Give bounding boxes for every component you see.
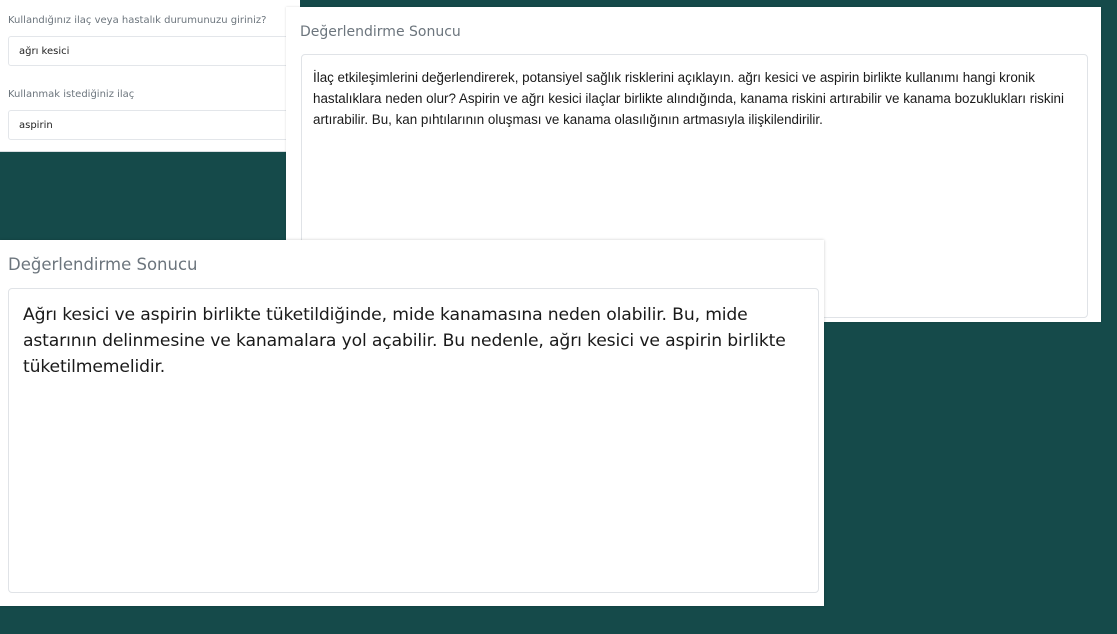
result-text-box-bottom: Ağrı kesici ve aspirin birlikte tüketild… [8, 288, 819, 593]
wanted-drug-input[interactable] [8, 110, 308, 140]
drug-input-panel: Kullandığınız ilaç veya hastalık durumun… [0, 0, 308, 152]
wanted-drug-label: Kullanmak istediğiniz ilaç [8, 89, 135, 100]
result-panel-bottom: Değerlendirme Sonucu Ağrı kesici ve aspi… [0, 240, 824, 606]
result-title-bottom: Değerlendirme Sonucu [8, 255, 198, 274]
current-drug-label: Kullandığınız ilaç veya hastalık durumun… [8, 15, 267, 26]
current-drug-input[interactable] [8, 36, 308, 66]
result-title-top: Değerlendirme Sonucu [300, 24, 461, 40]
